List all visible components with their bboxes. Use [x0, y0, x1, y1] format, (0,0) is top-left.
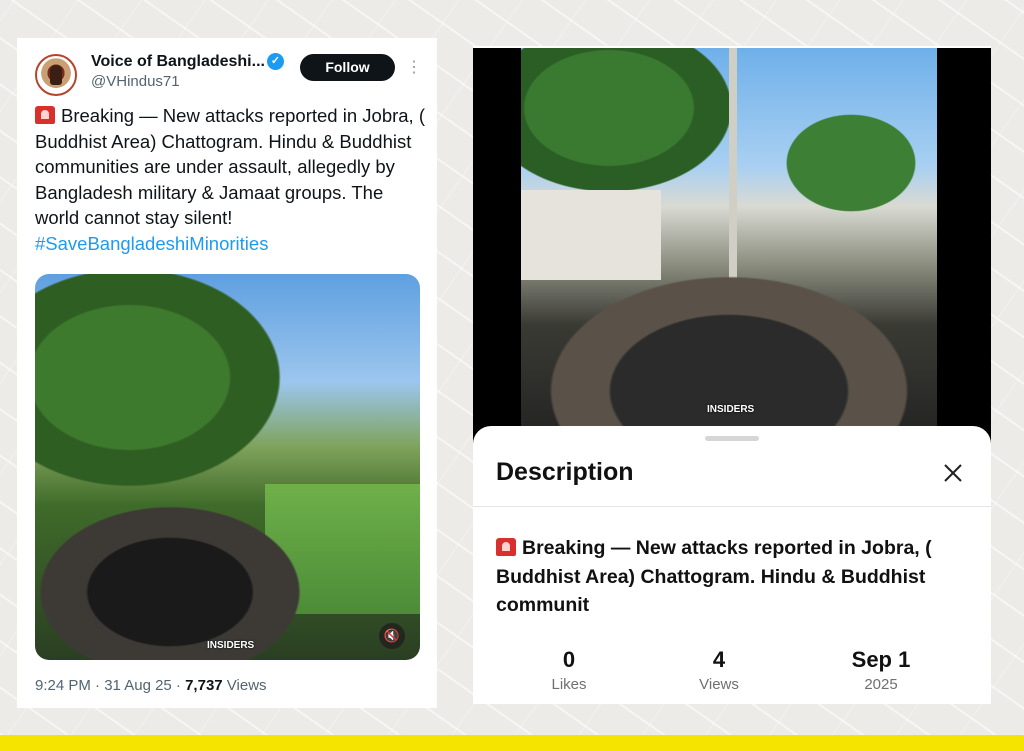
- tweet-video[interactable]: INSIDERS 🔇: [35, 274, 420, 660]
- views-count: 7,737: [185, 677, 223, 694]
- stat-views: 4 Views: [659, 646, 779, 696]
- bottom-accent-bar: [0, 735, 1024, 751]
- tweet-text: Breaking — New attacks reported in Jobra…: [35, 103, 427, 256]
- video-pole: [729, 48, 737, 278]
- stat-likes: 0 Likes: [509, 646, 629, 696]
- video-crowd: [35, 484, 335, 660]
- sheet-title: Description: [496, 458, 634, 486]
- video-player[interactable]: INSIDERS: [473, 48, 991, 444]
- mute-icon[interactable]: 🔇: [379, 623, 405, 649]
- tweet-card: Voice of Bangladeshi... ✓ @VHindus71 Fol…: [17, 38, 437, 708]
- siren-emoji-icon: [35, 106, 55, 124]
- video-frame: INSIDERS: [521, 48, 937, 444]
- close-icon[interactable]: [939, 459, 967, 487]
- stat-label: Views: [699, 676, 739, 693]
- video-trees: [35, 274, 305, 504]
- siren-emoji-icon: [496, 538, 516, 556]
- tweet-timestamp[interactable]: 9:24 PM · 31 Aug 25 ·: [35, 677, 185, 694]
- stat-value: 4: [712, 647, 726, 672]
- video-canopy-right: [751, 88, 937, 238]
- video-canopy-left: [521, 48, 741, 198]
- video-watermark: INSIDERS: [707, 404, 755, 415]
- views-label: Views: [222, 677, 267, 694]
- stat-label: Likes: [551, 676, 587, 693]
- display-name[interactable]: Voice of Bangladeshi...: [91, 53, 265, 71]
- video-crowd: [521, 258, 937, 444]
- tweet-body: Breaking — New attacks reported in Jobra…: [35, 105, 425, 228]
- avatar-figure: [50, 65, 62, 85]
- description-body: Breaking — New attacks reported in Jobra…: [496, 537, 932, 616]
- verified-badge-icon: ✓: [267, 53, 284, 70]
- follow-button[interactable]: Follow: [300, 54, 395, 81]
- stat-label: 2025: [864, 676, 898, 693]
- sheet-divider: [473, 506, 991, 507]
- video-watermark: INSIDERS: [207, 640, 255, 651]
- stat-value: Sep 1: [851, 647, 911, 672]
- tweet-meta: 9:24 PM · 31 Aug 25 · 7,737 Views: [35, 677, 267, 694]
- description-text: Breaking — New attacks reported in Jobra…: [496, 534, 966, 620]
- video-description-card: INSIDERS Description Breaking — New atta…: [473, 46, 991, 704]
- stat-value: 0: [562, 647, 576, 672]
- description-sheet: Description Breaking — New attacks repor…: [473, 426, 991, 704]
- sheet-grabber[interactable]: [705, 436, 759, 441]
- avatar[interactable]: [35, 54, 77, 96]
- hashtag-link[interactable]: #SaveBangladeshiMinorities: [35, 231, 427, 257]
- more-options-icon[interactable]: ⋮: [406, 58, 422, 78]
- user-handle[interactable]: @VHindus71: [91, 73, 180, 90]
- stat-date: Sep 1 2025: [821, 646, 941, 696]
